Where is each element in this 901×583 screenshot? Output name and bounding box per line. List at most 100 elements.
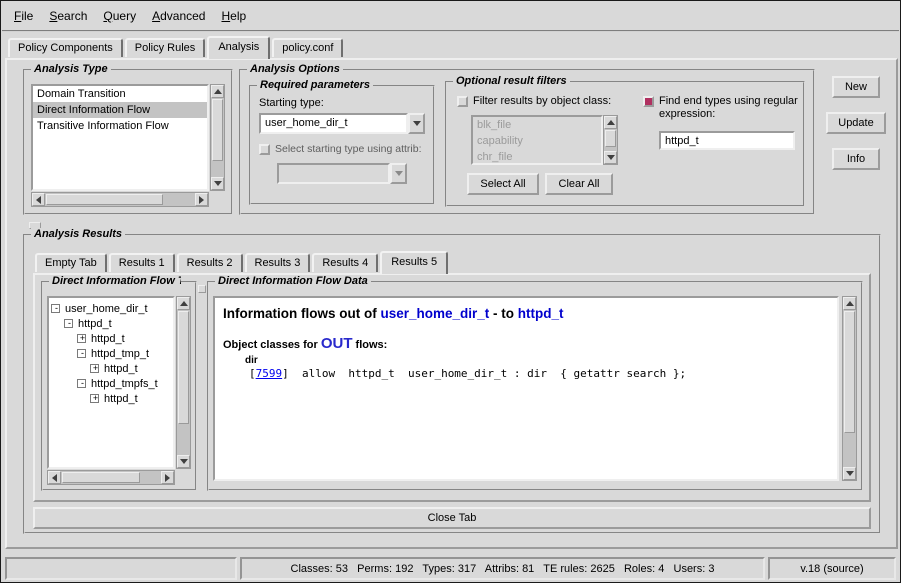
scrollbar-trough[interactable] [177,310,190,455]
scrollbar-trough[interactable] [211,98,224,177]
scrollbar-trough[interactable] [61,471,161,484]
select-all-button[interactable]: Select All [467,173,539,195]
attrib-combobox[interactable] [277,163,407,184]
scroll-up-button[interactable] [843,297,856,310]
scrollbar-thumb[interactable] [46,194,163,205]
rule-number-link[interactable]: 7599 [256,367,283,380]
tree-collapse-icon[interactable] [51,304,60,313]
tab-policy-components[interactable]: Policy Components [8,38,123,57]
scroll-down-button[interactable] [211,177,224,190]
tree-node[interactable]: httpd_t [51,316,171,331]
analysis-type-vscrollbar[interactable] [210,84,225,191]
results-tab-3[interactable]: Results 3 [245,253,311,272]
flow-tree-group: Direct Information Flow T user_home_dir_… [41,281,197,491]
tree-node-label[interactable]: httpd_t [78,318,112,330]
inner-pane-sash-handle[interactable] [198,285,206,293]
starting-type-value[interactable]: user_home_dir_t [259,113,408,134]
tree-collapse-icon[interactable] [64,319,73,328]
tree-node-label[interactable]: httpd_t [91,333,125,345]
analysis-type-listbox[interactable]: Domain Transition Direct Information Flo… [31,84,209,191]
info-button[interactable]: Info [832,148,880,170]
tree-node[interactable]: httpd_t [51,361,171,376]
object-class-option[interactable]: chr_file [473,149,601,165]
flow-tree-title: Direct Information Flow T [49,275,181,287]
starting-type-combobox[interactable]: user_home_dir_t [259,113,425,134]
scroll-up-button[interactable] [177,297,190,310]
chevron-down-icon[interactable] [390,163,407,184]
flow-tree-vscrollbar[interactable] [176,296,191,469]
tree-node[interactable]: httpd_tmp_t [51,346,171,361]
menu-item-help[interactable]: Help [213,6,254,26]
scrollbar-trough[interactable] [45,193,195,206]
tree-node[interactable]: user_home_dir_t [51,301,171,316]
clear-all-button[interactable]: Clear All [545,173,613,195]
scrollbar-thumb[interactable] [844,311,855,433]
results-tab-4[interactable]: Results 4 [312,253,378,272]
scroll-up-button[interactable] [211,85,224,98]
scroll-right-button[interactable] [161,471,174,484]
regex-input[interactable] [659,131,795,150]
scroll-left-button[interactable] [48,471,61,484]
attrib-checkbox[interactable] [259,144,270,155]
flow-tree[interactable]: user_home_dir_t httpd_t httpd_t htt [47,296,175,469]
tree-node[interactable]: httpd_t [51,391,171,406]
results-tab-5[interactable]: Results 5 [380,251,448,274]
scrollbar-thumb[interactable] [178,311,189,424]
flow-tree-hscrollbar[interactable] [47,470,175,485]
tab-analysis[interactable]: Analysis [207,36,270,59]
tree-node[interactable]: httpd_tmpfs_t [51,376,171,391]
tab-policy-rules[interactable]: Policy Rules [125,38,206,57]
tree-expand-icon[interactable] [77,334,86,343]
tree-node-label[interactable]: httpd_t [104,363,138,375]
analysis-type-option[interactable]: Direct Information Flow [33,102,207,118]
flow-data-vscrollbar[interactable] [842,296,857,481]
arrow-down-icon [214,181,222,186]
filter-by-class-checkbox[interactable] [457,96,468,107]
tree-expand-icon[interactable] [90,364,99,373]
menu-item-advanced[interactable]: Advanced [144,6,213,26]
object-classes-line: Object classes for OUT flows: [223,335,829,352]
scroll-right-button[interactable] [195,193,208,206]
scroll-down-button[interactable] [843,467,856,480]
scroll-down-button[interactable] [177,455,190,468]
object-class-vscrollbar[interactable] [603,115,618,165]
scrollbar-thumb[interactable] [605,130,616,147]
scrollbar-trough[interactable] [843,310,856,467]
menu-item-search[interactable]: Search [41,6,95,26]
close-tab-button[interactable]: Close Tab [33,507,871,529]
tree-node[interactable]: httpd_t [51,331,171,346]
tree-node-label[interactable]: httpd_tmp_t [91,348,149,360]
object-class-listbox[interactable]: blk_file capability chr_file [471,115,603,165]
new-button[interactable]: New [832,76,880,98]
scroll-up-button[interactable] [604,116,617,129]
update-button[interactable]: Update [826,112,886,134]
analysis-type-hscrollbar[interactable] [31,192,209,207]
chevron-down-icon[interactable] [408,113,425,134]
tree-node-label[interactable]: httpd_tmpfs_t [91,378,158,390]
scrollbar-thumb[interactable] [212,99,223,161]
analysis-type-option[interactable]: Domain Transition [33,86,207,102]
arrow-down-icon [395,171,403,176]
tree-collapse-icon[interactable] [77,349,86,358]
object-class-option[interactable]: blk_file [473,117,601,133]
scroll-left-button[interactable] [32,193,45,206]
object-class-option[interactable]: capability [473,133,601,149]
apol-window: File Search Query Advanced Help Policy C… [0,0,901,583]
regex-checkbox[interactable] [643,96,654,107]
tree-node-label[interactable]: user_home_dir_t [65,303,148,315]
flow-data-textarea[interactable]: Information flows out of user_home_dir_t… [213,296,839,481]
results-tab-2[interactable]: Results 2 [177,253,243,272]
results-tab-1[interactable]: Results 1 [109,253,175,272]
tree-expand-icon[interactable] [90,394,99,403]
analysis-type-title: Analysis Type [31,63,111,75]
tab-policy-conf[interactable]: policy.conf [272,38,343,57]
menu-item-file[interactable]: File [6,6,41,26]
menu-item-query[interactable]: Query [95,6,144,26]
scroll-down-button[interactable] [604,151,617,164]
scrollbar-trough[interactable] [604,129,617,151]
scrollbar-thumb[interactable] [62,472,140,483]
tree-collapse-icon[interactable] [77,379,86,388]
analysis-type-option[interactable]: Transitive Information Flow [33,118,207,134]
tree-node-label[interactable]: httpd_t [104,393,138,405]
results-tab-empty[interactable]: Empty Tab [35,253,107,272]
